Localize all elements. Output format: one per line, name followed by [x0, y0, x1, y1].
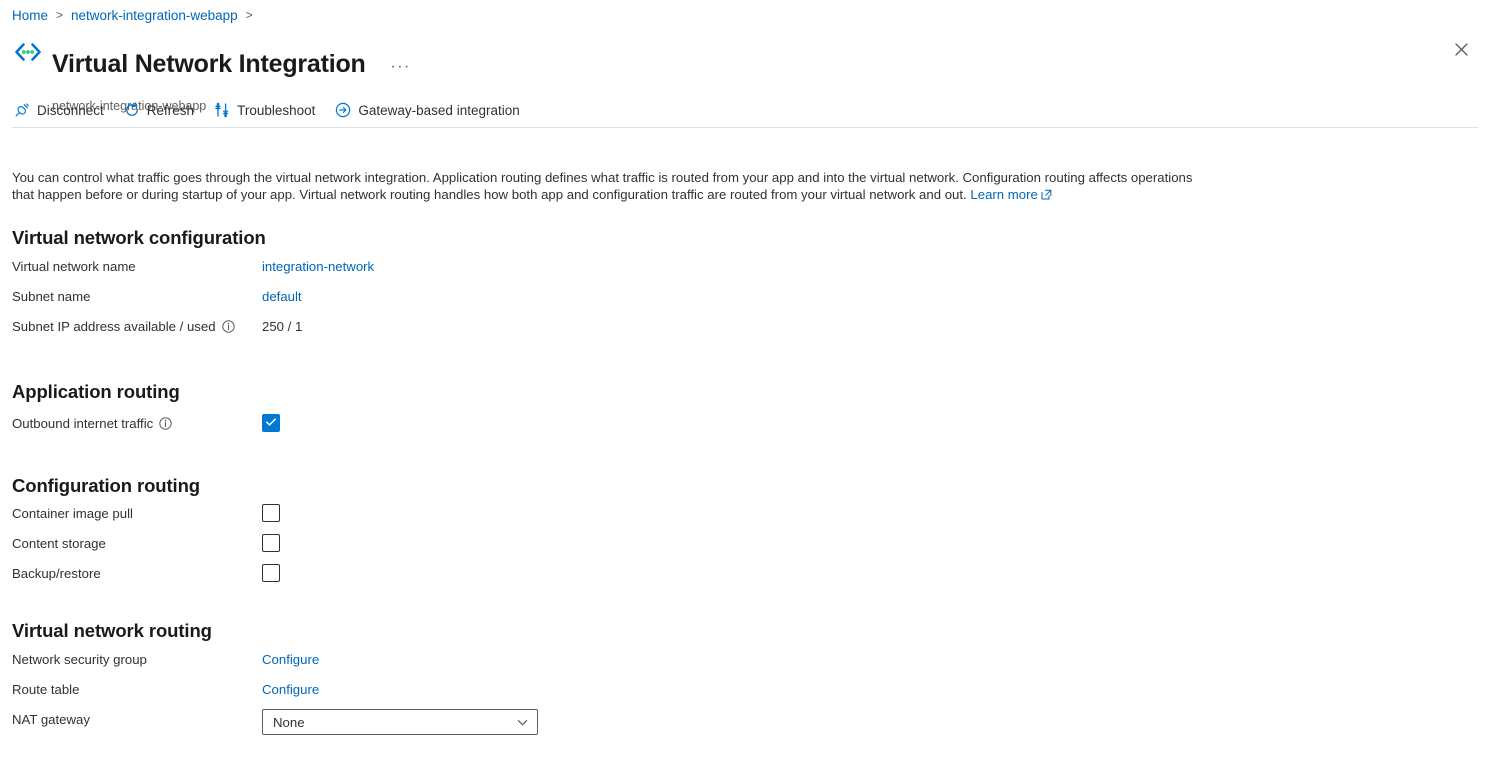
- field-row-network-security-group: Network security group Configure: [12, 650, 712, 668]
- section-heading-vnet-configuration: Virtual network configuration: [12, 227, 266, 249]
- checkbox-content-storage[interactable]: [262, 534, 280, 552]
- nat-gateway-selected-value: None: [273, 715, 305, 730]
- troubleshoot-label: Troubleshoot: [237, 103, 315, 118]
- field-label-container-image-pull: Container image pull: [12, 506, 262, 521]
- field-row-content-storage: Content storage: [12, 534, 712, 552]
- gateway-based-integration-button[interactable]: Gateway-based integration: [333, 98, 521, 122]
- field-label-virtual-network-name: Virtual network name: [12, 259, 262, 274]
- close-button[interactable]: [1446, 36, 1476, 66]
- check-icon: [265, 416, 277, 431]
- section-heading-configuration-routing: Configuration routing: [12, 475, 200, 497]
- learn-more-label: Learn more: [970, 187, 1037, 202]
- disconnect-label: Disconnect: [37, 103, 104, 118]
- field-label-route-table: Route table: [12, 682, 262, 697]
- refresh-label: Refresh: [147, 103, 194, 118]
- field-label-subnet-ip-address: Subnet IP address available / used: [12, 319, 262, 334]
- disconnect-icon: [14, 102, 30, 118]
- field-label-backup-restore: Backup/restore: [12, 566, 262, 581]
- network-security-group-configure-link[interactable]: Configure: [262, 652, 319, 667]
- field-label-subnet-name: Subnet name: [12, 289, 262, 304]
- breadcrumb: Home > network-integration-webapp >: [12, 6, 261, 24]
- arrow-circle-icon: [335, 102, 351, 118]
- troubleshoot-button[interactable]: Troubleshoot: [212, 98, 317, 122]
- learn-more-link[interactable]: Learn more: [970, 187, 1051, 202]
- subnet-ip-address-value: 250 / 1: [262, 319, 302, 334]
- virtual-network-name-link[interactable]: integration-network: [262, 259, 374, 274]
- checkbox-outbound-internet-traffic[interactable]: [262, 414, 280, 432]
- field-label-network-security-group: Network security group: [12, 652, 262, 667]
- page-title: Virtual Network Integration: [52, 49, 366, 79]
- close-icon: [1455, 43, 1468, 59]
- refresh-icon: [124, 102, 140, 118]
- troubleshoot-icon: [214, 102, 230, 118]
- refresh-button[interactable]: Refresh: [122, 98, 196, 122]
- breadcrumb-item-webapp[interactable]: network-integration-webapp: [71, 8, 238, 23]
- field-row-backup-restore: Backup/restore: [12, 564, 712, 582]
- field-row-container-image-pull: Container image pull: [12, 504, 712, 522]
- checkbox-container-image-pull[interactable]: [262, 504, 280, 522]
- breadcrumb-item-home[interactable]: Home: [12, 8, 48, 23]
- info-icon[interactable]: [222, 320, 235, 333]
- info-icon[interactable]: [159, 417, 172, 430]
- field-label-outbound-internet-traffic: Outbound internet traffic: [12, 416, 262, 431]
- chevron-down-icon: [516, 716, 529, 729]
- field-row-route-table: Route table Configure: [12, 680, 712, 698]
- subnet-name-link[interactable]: default: [262, 289, 302, 304]
- command-bar: Disconnect Refresh Troubleshoot: [12, 98, 538, 122]
- field-row-subnet-ip-address: Subnet IP address available / used 250 /…: [12, 317, 712, 335]
- breadcrumb-separator: >: [246, 8, 253, 22]
- route-table-configure-link[interactable]: Configure: [262, 682, 319, 697]
- field-row-virtual-network-name: Virtual network name integration-network: [12, 257, 712, 275]
- vnet-integration-icon: [12, 36, 44, 68]
- section-heading-vnet-routing: Virtual network routing: [12, 620, 212, 642]
- header-divider: [12, 127, 1478, 128]
- section-heading-application-routing: Application routing: [12, 381, 180, 403]
- gateway-based-integration-label: Gateway-based integration: [358, 103, 519, 118]
- page-description: You can control what traffic goes throug…: [12, 169, 1202, 204]
- external-link-icon: [1041, 187, 1052, 204]
- field-row-subnet-name: Subnet name default: [12, 287, 712, 305]
- nat-gateway-dropdown[interactable]: None: [262, 709, 538, 735]
- breadcrumb-separator: >: [56, 8, 63, 22]
- field-label-content-storage: Content storage: [12, 536, 262, 551]
- more-options-button[interactable]: ···: [388, 56, 414, 78]
- field-label-nat-gateway: NAT gateway: [12, 712, 262, 727]
- disconnect-button[interactable]: Disconnect: [12, 98, 106, 122]
- field-row-outbound-internet-traffic: Outbound internet traffic: [12, 414, 712, 432]
- checkbox-backup-restore[interactable]: [262, 564, 280, 582]
